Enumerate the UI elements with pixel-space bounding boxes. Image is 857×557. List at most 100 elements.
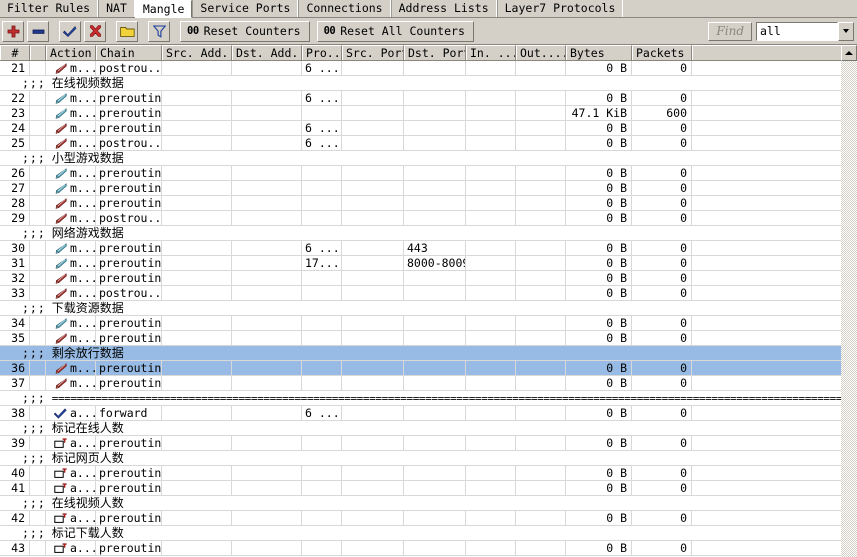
table-row[interactable]: 25 m... postrou... 6 ... 0 B 0 bbox=[0, 136, 857, 151]
table-row[interactable]: 31 m... prerouting 17... 8000-8009 0 B 0 bbox=[0, 256, 857, 271]
table-row[interactable]: 24 m... prerouting 6 ... 0 B 0 bbox=[0, 121, 857, 136]
comment-button[interactable] bbox=[116, 20, 138, 42]
column-header-[interactable]: # bbox=[0, 45, 30, 60]
row-number: 35 bbox=[0, 331, 30, 346]
remove-button[interactable] bbox=[27, 20, 49, 42]
cell-packets: 0 bbox=[632, 406, 692, 421]
find-button[interactable]: Find bbox=[708, 21, 752, 41]
row-number-text: 26 bbox=[11, 166, 25, 180]
comment-row[interactable]: ;;; 下载资源数据 bbox=[0, 301, 857, 316]
tab-nat[interactable]: NAT bbox=[98, 0, 135, 17]
comment-row[interactable]: ;;; =====================================… bbox=[0, 391, 857, 406]
find-dropdown-button[interactable] bbox=[838, 21, 854, 41]
column-header-dst-add[interactable]: Dst. Add... bbox=[232, 45, 302, 60]
cell-dst-address bbox=[232, 91, 302, 106]
table-row[interactable]: 37 m... prerouting 0 B 0 bbox=[0, 376, 857, 391]
tab-connections[interactable]: Connections bbox=[298, 0, 391, 17]
add-button[interactable] bbox=[2, 20, 24, 42]
table-row[interactable]: 22 m... prerouting 6 ... 0 B 0 bbox=[0, 91, 857, 106]
cell-protocol bbox=[302, 436, 342, 451]
table-row[interactable]: 41 a... prerouting 0 B 0 bbox=[0, 481, 857, 496]
cell-bytes: 0 B bbox=[566, 196, 632, 211]
comment-row[interactable]: ;;; 在线视频人数 bbox=[0, 496, 857, 511]
cell-action: m... bbox=[46, 181, 96, 196]
cell-dst-port bbox=[404, 541, 466, 556]
table-row[interactable]: 38 a... forward 6 ... 0 B 0 bbox=[0, 406, 857, 421]
cell-dst-address bbox=[232, 106, 302, 121]
reset-all-counters-button[interactable]: 00 Reset All Counters bbox=[316, 20, 474, 42]
tab-address-lists[interactable]: Address Lists bbox=[390, 0, 497, 17]
addlist-icon bbox=[54, 512, 67, 523]
tab-service-ports[interactable]: Service Ports bbox=[192, 0, 299, 17]
cell-in-iface bbox=[466, 61, 516, 76]
table-row[interactable]: 33 m... postrou... 0 B 0 bbox=[0, 286, 857, 301]
column-header-action[interactable]: Action bbox=[46, 45, 96, 60]
column-header-blank-1[interactable] bbox=[30, 45, 46, 60]
cell-dst-port bbox=[404, 211, 466, 226]
cell-src-port bbox=[342, 61, 404, 76]
table-row[interactable]: 36 m... prerouting 0 B 0 bbox=[0, 361, 857, 376]
comment-row[interactable]: ;;; 剩余放行数据 bbox=[0, 346, 857, 361]
column-header-blank-13[interactable] bbox=[692, 45, 857, 60]
cell-dst-port bbox=[404, 121, 466, 136]
cell-in-iface bbox=[466, 316, 516, 331]
grid-body: 21 m... postrou... 6 ... 0 B 0;;; 在线视频数据 22 m...… bbox=[0, 61, 857, 556]
table-row[interactable]: 32 m... prerouting 0 B 0 bbox=[0, 271, 857, 286]
comment-row[interactable]: ;;; 标记下载人数 bbox=[0, 526, 857, 541]
table-row[interactable]: 23 m... prerouting 47.1 KiB 600 bbox=[0, 106, 857, 121]
cell-in-iface bbox=[466, 271, 516, 286]
table-row[interactable]: 26 m... prerouting 0 B 0 bbox=[0, 166, 857, 181]
cell-protocol: 6 ... bbox=[302, 136, 342, 151]
tab-mangle[interactable]: Mangle bbox=[134, 0, 193, 18]
cell-dst-port bbox=[404, 466, 466, 481]
tab-filter-rules[interactable]: Filter Rules bbox=[0, 0, 99, 17]
table-row[interactable]: 34 m... prerouting 0 B 0 bbox=[0, 316, 857, 331]
vertical-scrollbar[interactable] bbox=[841, 45, 857, 557]
cell-chain: prerouting bbox=[96, 121, 162, 136]
column-header-src-port[interactable]: Src. Port bbox=[342, 45, 404, 60]
cell-src-address bbox=[162, 91, 232, 106]
cell-packets: 0 bbox=[632, 286, 692, 301]
table-row[interactable]: 28 m... prerouting 0 B 0 bbox=[0, 196, 857, 211]
column-header-in[interactable]: In. ... bbox=[466, 45, 516, 60]
table-row[interactable]: 40 a... prerouting 0 B 0 bbox=[0, 466, 857, 481]
cell-action: a... bbox=[46, 511, 96, 526]
cell-filler bbox=[692, 61, 857, 76]
table-row[interactable]: 43 a... prerouting 0 B 0 bbox=[0, 541, 857, 556]
column-header-bytes[interactable]: Bytes bbox=[566, 45, 632, 60]
table-row[interactable]: 29 m... postrou... 0 B 0 bbox=[0, 211, 857, 226]
cell-filler bbox=[692, 181, 857, 196]
disable-button[interactable] bbox=[84, 20, 106, 42]
table-row[interactable]: 42 a... prerouting 0 B 0 bbox=[0, 511, 857, 526]
reset-counters-prefix: 00 bbox=[187, 25, 199, 37]
comment-row[interactable]: ;;; 在线视频数据 bbox=[0, 76, 857, 91]
table-row[interactable]: 35 m... prerouting 0 B 0 bbox=[0, 331, 857, 346]
column-header-out[interactable]: Out.... bbox=[516, 45, 566, 60]
scroll-up-button[interactable] bbox=[841, 45, 857, 61]
marker-blue-icon bbox=[55, 182, 67, 194]
cell-src-port bbox=[342, 181, 404, 196]
comment-row[interactable]: ;;; 标记在线人数 bbox=[0, 421, 857, 436]
filter-button[interactable] bbox=[148, 20, 170, 42]
cell-chain: prerouting bbox=[96, 511, 162, 526]
table-row[interactable]: 27 m... prerouting 0 B 0 bbox=[0, 181, 857, 196]
table-row[interactable]: 39 a... prerouting 0 B 0 bbox=[0, 436, 857, 451]
comment-row[interactable]: ;;; 网络游戏数据 bbox=[0, 226, 857, 241]
comment-row[interactable]: ;;; 小型游戏数据 bbox=[0, 151, 857, 166]
column-header-src-add[interactable]: Src. Add... bbox=[162, 45, 232, 60]
tab-layer7-protocols[interactable]: Layer7 Protocols bbox=[496, 0, 624, 17]
cell-in-iface bbox=[466, 121, 516, 136]
column-header-dst-port[interactable]: Dst. Port bbox=[404, 45, 466, 60]
table-row[interactable]: 21 m... postrou... 6 ... 0 B 0 bbox=[0, 61, 857, 76]
scrollbar-track[interactable] bbox=[841, 61, 857, 557]
find-input[interactable]: all bbox=[755, 20, 839, 42]
column-header-chain[interactable]: Chain bbox=[96, 45, 162, 60]
column-header-pro[interactable]: Pro... bbox=[302, 45, 342, 60]
column-header-packets[interactable]: Packets bbox=[632, 45, 692, 60]
table-row[interactable]: 30 m... prerouting 6 ... 443 0 B 0 bbox=[0, 241, 857, 256]
cell-bytes: 0 B bbox=[566, 286, 632, 301]
comment-row[interactable]: ;;; 标记网页人数 bbox=[0, 451, 857, 466]
enable-button[interactable] bbox=[59, 20, 81, 42]
reset-counters-button[interactable]: 00 Reset Counters bbox=[180, 20, 310, 42]
cell-dst-port bbox=[404, 316, 466, 331]
